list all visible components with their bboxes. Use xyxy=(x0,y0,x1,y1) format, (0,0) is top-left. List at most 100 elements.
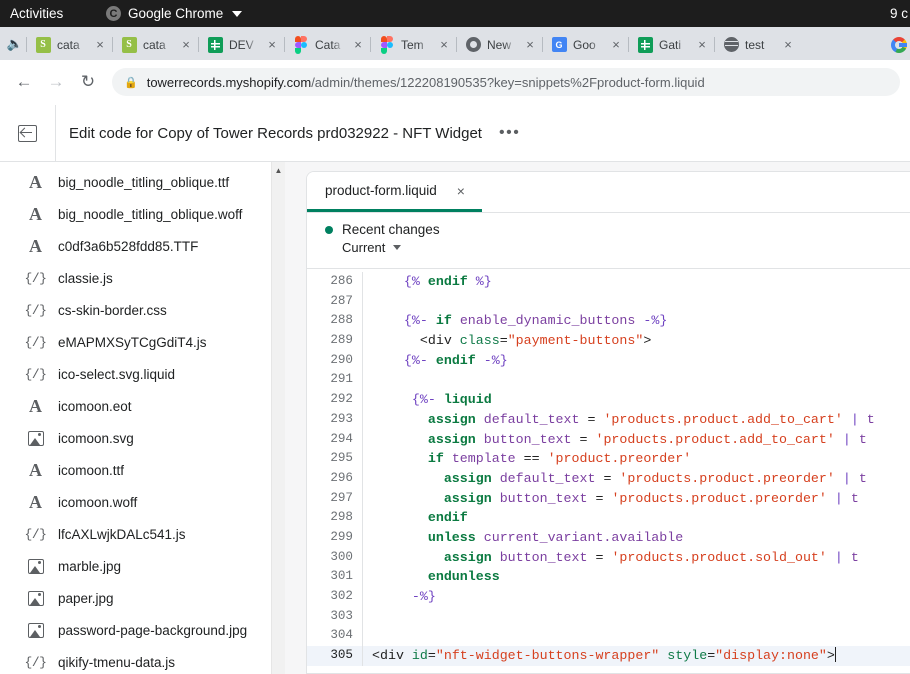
close-icon[interactable]: × xyxy=(350,37,366,53)
list-item[interactable]: {/} cs-skin-border.css xyxy=(0,294,285,326)
list-item[interactable]: A icomoon.ttf xyxy=(0,454,285,486)
list-item[interactable]: {/} qikify-tmenu-data.js xyxy=(0,646,285,674)
browser-tab[interactable]: G Goo × xyxy=(542,29,628,60)
line-number: 293 xyxy=(307,410,363,430)
tab-product-form-liquid[interactable]: product-form.liquid × xyxy=(307,172,482,212)
code-line[interactable]: 305<div id="nft-widget-buttons-wrapper" … xyxy=(307,646,910,666)
close-icon[interactable]: × xyxy=(522,37,538,53)
exit-code-editor-button[interactable] xyxy=(0,105,56,162)
lock-icon[interactable]: 🔒 xyxy=(124,76,138,89)
code-line[interactable]: 298 endif xyxy=(307,508,910,528)
close-icon[interactable]: × xyxy=(608,37,624,53)
code-line[interactable]: 286 {% endif %} xyxy=(307,272,910,292)
browser-tab[interactable]: New × xyxy=(456,29,542,60)
reload-button[interactable]: ↻ xyxy=(74,68,102,96)
file-list-sidebar: A big_noodle_titling_oblique.ttf A big_n… xyxy=(0,162,285,674)
code-line[interactable]: 302 -%} xyxy=(307,587,910,607)
code-line[interactable]: 300 assign button_text = 'products.produ… xyxy=(307,548,910,568)
browser-tab[interactable]: Tem × xyxy=(370,29,456,60)
list-item[interactable]: A icomoon.woff xyxy=(0,486,285,518)
file-name: qikify-tmenu-data.js xyxy=(58,655,175,670)
close-icon[interactable]: × xyxy=(457,184,465,198)
close-icon[interactable]: × xyxy=(92,37,108,53)
more-actions-button[interactable]: ••• xyxy=(499,125,520,141)
active-app-name: Google Chrome xyxy=(128,6,223,21)
tab-title: Tem xyxy=(401,38,430,52)
code-line[interactable]: 288 {%- if enable_dynamic_buttons -%} xyxy=(307,311,910,331)
file-name: icomoon.woff xyxy=(58,495,137,510)
code-file-icon: {/} xyxy=(27,335,44,350)
file-name: icomoon.svg xyxy=(58,431,134,446)
active-app-menu[interactable]: C Google Chrome xyxy=(106,6,242,21)
close-icon[interactable]: × xyxy=(264,37,280,53)
list-item[interactable]: icomoon.svg xyxy=(0,422,285,454)
system-clock[interactable]: 9 с xyxy=(890,6,908,21)
code-line[interactable]: 289 <div class="payment-buttons"> xyxy=(307,331,910,351)
list-item[interactable]: {/} lfcAXLwjkDALc541.js xyxy=(0,518,285,550)
close-icon[interactable]: × xyxy=(436,37,452,53)
code-line[interactable]: 290 {%- endif -%} xyxy=(307,351,910,371)
line-source: endunless xyxy=(363,567,910,587)
page-title: Edit code for Copy of Tower Records prd0… xyxy=(69,125,482,142)
code-editor-text-area[interactable]: 286 {% endif %}287288 {%- if enable_dyna… xyxy=(307,269,910,673)
list-item[interactable]: {/} ico-select.svg.liquid xyxy=(0,358,285,390)
line-number: 298 xyxy=(307,508,363,528)
file-name: eMAPMXSyTCgGdiT4.js xyxy=(58,335,207,350)
file-name: big_noodle_titling_oblique.woff xyxy=(58,207,242,222)
list-item[interactable]: {/} classie.js xyxy=(0,262,285,294)
font-file-icon: A xyxy=(27,397,44,415)
browser-tab[interactable]: Cata × xyxy=(284,29,370,60)
back-button[interactable]: ← xyxy=(10,68,38,96)
tab-title: test xyxy=(745,38,774,52)
code-line[interactable]: 296 assign default_text = 'products.prod… xyxy=(307,469,910,489)
tab-title: cata xyxy=(143,38,172,52)
font-file-icon: A xyxy=(27,205,44,223)
list-item[interactable]: {/} eMAPMXSyTCgGdiT4.js xyxy=(0,326,285,358)
browser-tab[interactable]: DEV × xyxy=(198,29,284,60)
code-line[interactable]: 294 assign button_text = 'products.produ… xyxy=(307,430,910,450)
code-line[interactable]: 301 endunless xyxy=(307,567,910,587)
close-icon[interactable]: × xyxy=(178,37,194,53)
list-item[interactable]: password-page-background.jpg xyxy=(0,614,285,646)
code-line[interactable]: 292 {%- liquid xyxy=(307,390,910,410)
code-file-icon: {/} xyxy=(27,655,44,670)
code-line[interactable]: 299 unless current_variant.available xyxy=(307,528,910,548)
list-item[interactable]: A big_noodle_titling_oblique.woff xyxy=(0,198,285,230)
scroll-up-arrow-icon[interactable]: ▲ xyxy=(272,162,285,178)
sidebar-scrollbar[interactable]: ▲ xyxy=(271,162,285,674)
code-line[interactable]: 291 xyxy=(307,370,910,390)
activities-button[interactable]: Activities xyxy=(10,6,63,21)
close-icon[interactable]: × xyxy=(780,37,796,53)
code-line[interactable]: 293 assign default_text = 'products.prod… xyxy=(307,410,910,430)
list-item[interactable]: A icomoon.eot xyxy=(0,390,285,422)
speaker-icon[interactable]: 🔈 xyxy=(4,27,26,60)
list-item[interactable]: A c0df3a6b528fdd85.TTF xyxy=(0,230,285,262)
line-number: 291 xyxy=(307,370,363,390)
line-number: 305 xyxy=(307,646,363,666)
line-number: 303 xyxy=(307,607,363,627)
line-source: <div class="payment-buttons"> xyxy=(363,331,910,351)
code-line[interactable]: 295 if template == 'product.preorder' xyxy=(307,449,910,469)
list-item[interactable]: paper.jpg xyxy=(0,582,285,614)
browser-tab[interactable]: cata × xyxy=(26,29,112,60)
file-name: lfcAXLwjkDALc541.js xyxy=(58,527,186,542)
version-selector[interactable]: Current xyxy=(342,240,910,255)
profile-area[interactable] xyxy=(891,37,907,53)
browser-tab[interactable]: cata × xyxy=(112,29,198,60)
browser-tab[interactable]: test × xyxy=(714,29,800,60)
font-file-icon: A xyxy=(27,173,44,191)
code-line[interactable]: 297 assign button_text = 'products.produ… xyxy=(307,489,910,509)
code-line[interactable]: 303 xyxy=(307,607,910,627)
line-source: assign button_text = 'products.product.p… xyxy=(363,489,910,509)
browser-tab[interactable]: Gati × xyxy=(628,29,714,60)
code-line[interactable]: 287 xyxy=(307,292,910,312)
close-icon[interactable]: × xyxy=(694,37,710,53)
line-source: {%- if enable_dynamic_buttons -%} xyxy=(363,311,910,331)
google-profile-icon[interactable] xyxy=(891,37,907,53)
address-bar[interactable]: 🔒 towerrecords.myshopify.com/admin/theme… xyxy=(112,68,900,96)
list-item[interactable]: A big_noodle_titling_oblique.ttf xyxy=(0,166,285,198)
forward-button[interactable]: → xyxy=(42,68,70,96)
list-item[interactable]: marble.jpg xyxy=(0,550,285,582)
code-line[interactable]: 304 xyxy=(307,626,910,646)
line-number: 295 xyxy=(307,449,363,469)
